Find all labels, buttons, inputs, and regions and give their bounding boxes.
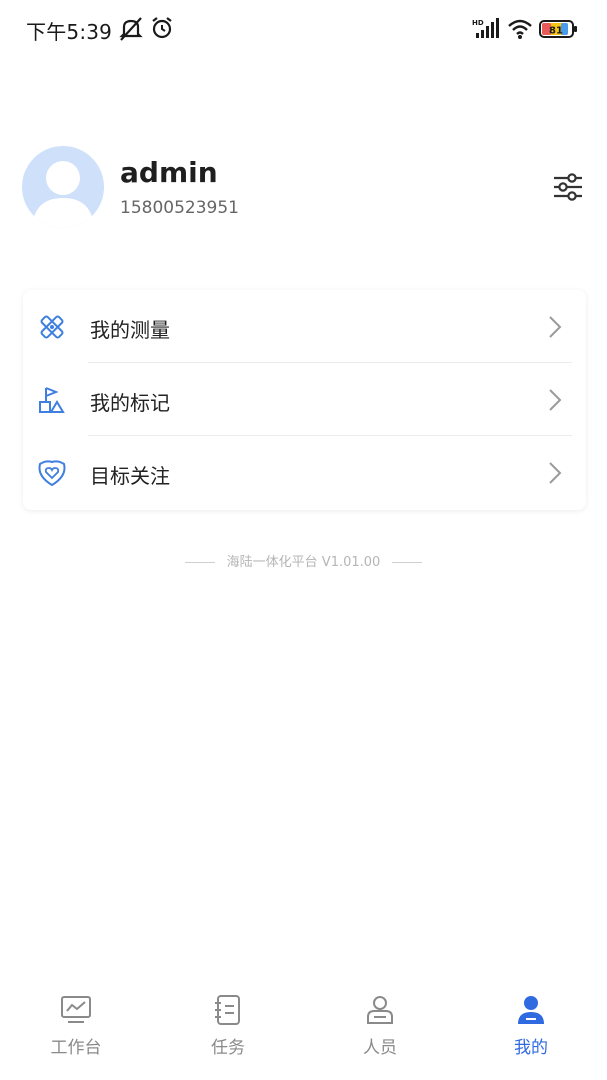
chevron-right-icon xyxy=(549,462,562,484)
menu-item-target-follow[interactable]: 目标关注 xyxy=(23,436,586,509)
wifi-icon xyxy=(508,19,532,39)
tab-label-tasks: 任务 xyxy=(211,1038,245,1058)
profile-header: admin 15800523951 xyxy=(22,146,585,228)
flag-mark-icon xyxy=(39,387,65,413)
tab-bar: 工作台 任务 人员 我的 xyxy=(0,985,607,1080)
tab-label-personnel: 人员 xyxy=(363,1038,397,1058)
battery-level: 81 xyxy=(549,26,563,37)
task-icon xyxy=(215,995,240,1025)
avatar[interactable] xyxy=(22,146,104,228)
tab-tasks[interactable]: 任务 xyxy=(152,985,304,1065)
tab-personnel[interactable]: 人员 xyxy=(304,985,456,1065)
tab-me[interactable]: 我的 xyxy=(455,985,607,1065)
chevron-right-icon xyxy=(549,316,562,338)
chevron-right-icon xyxy=(549,389,562,411)
menu-item-measure[interactable]: 我的测量 xyxy=(23,290,586,363)
menu-card: 我的测量 我的标记 目标关注 xyxy=(23,290,586,510)
status-bar: 下午5:39 HD 81 xyxy=(0,0,607,60)
svg-text:HD: HD xyxy=(472,19,484,27)
username: admin xyxy=(120,156,218,189)
avatar-placeholder-icon xyxy=(32,161,94,228)
status-time: 下午5:39 xyxy=(26,20,113,44)
hd-signal-icon: HD xyxy=(472,18,499,38)
tab-workbench[interactable]: 工作台 xyxy=(0,985,152,1065)
divider-line xyxy=(392,562,423,563)
version-footer: 海陆一体化平台 V1.01.00 xyxy=(0,551,607,570)
personnel-icon xyxy=(367,996,393,1024)
me-icon xyxy=(518,996,544,1024)
heart-shield-icon xyxy=(38,460,66,487)
menu-item-marks[interactable]: 我的标记 xyxy=(23,363,586,436)
tab-label-workbench: 工作台 xyxy=(50,1038,102,1058)
tab-label-me: 我的 xyxy=(514,1038,548,1058)
menu-label-measure: 我的测量 xyxy=(90,318,170,342)
mute-icon xyxy=(119,17,143,41)
menu-label-marks: 我的标记 xyxy=(90,391,170,415)
menu-label-target-follow: 目标关注 xyxy=(90,464,170,488)
phone-number: 15800523951 xyxy=(120,198,239,218)
sliders-icon[interactable] xyxy=(551,170,585,204)
dashboard-icon xyxy=(61,996,91,1023)
measure-icon xyxy=(40,315,64,339)
battery-icon: 81 xyxy=(539,18,579,44)
alarm-icon xyxy=(152,17,172,39)
version-text: 海陆一体化平台 V1.01.00 xyxy=(226,555,381,570)
divider-line xyxy=(184,562,215,563)
